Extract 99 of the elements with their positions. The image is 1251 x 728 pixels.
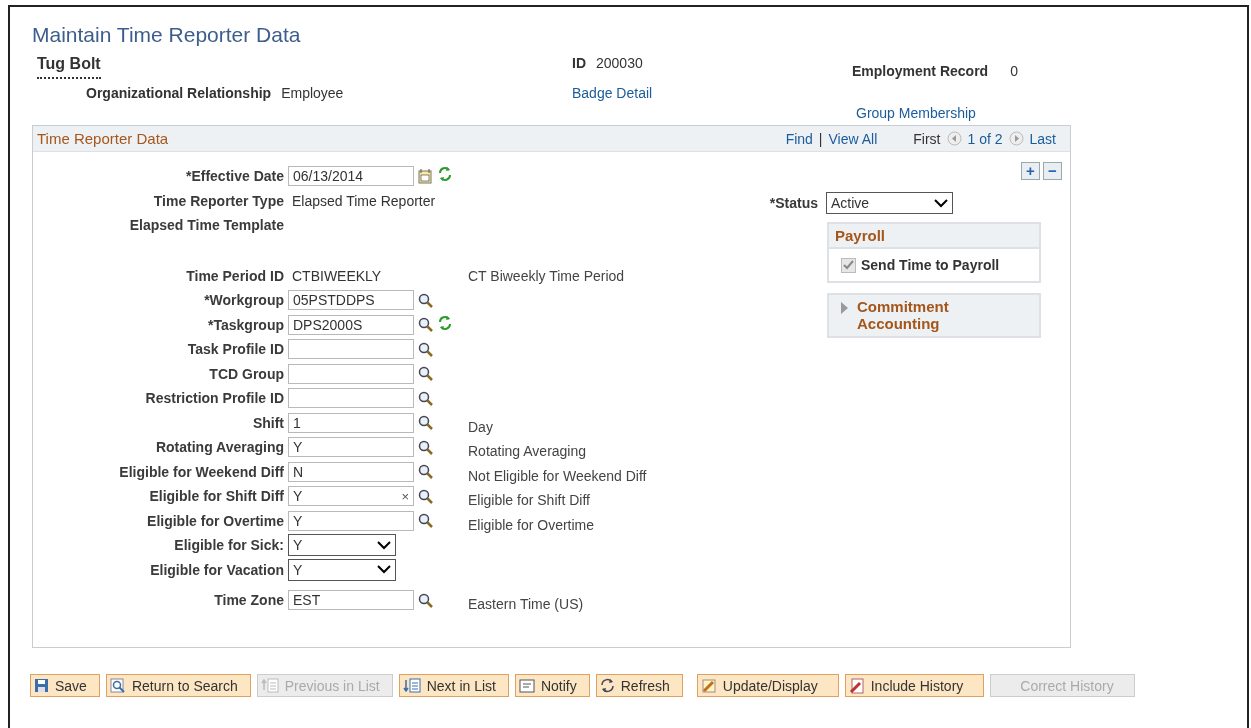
field-label: Eligible for Vacation <box>149 561 285 578</box>
floppy-icon <box>34 678 49 693</box>
field-description: Eligible for Overtime <box>468 515 596 533</box>
dropdown-icon <box>377 565 391 575</box>
input-field[interactable] <box>288 363 414 384</box>
panel-title: Time Reporter Data <box>37 130 170 147</box>
field-description: Eastern Time (US) <box>468 595 585 613</box>
input-field[interactable] <box>288 339 414 360</box>
select-field[interactable]: Active <box>826 192 953 214</box>
last-link[interactable]: Last <box>1029 130 1056 147</box>
input-field[interactable]: N <box>288 461 414 482</box>
toolbar-button[interactable]: Return to Search <box>105 674 251 697</box>
search-icon[interactable] <box>418 366 433 382</box>
toolbar-button[interactable]: Save <box>30 674 100 697</box>
org-label: Organizational Relationship <box>86 85 272 101</box>
toolbar-button[interactable]: Notify <box>514 674 590 697</box>
id-label: ID <box>572 55 586 71</box>
search-icon <box>109 678 126 693</box>
refresh-icon[interactable] <box>438 314 452 331</box>
refresh-icon <box>599 678 615 693</box>
field-description: Eligible for Shift Diff <box>468 491 591 509</box>
field-value: Elapsed Time Reporter <box>291 192 436 209</box>
document-icon <box>848 677 865 694</box>
delete-row-button[interactable]: − <box>1043 162 1062 180</box>
search-icon[interactable] <box>418 488 433 504</box>
search-icon[interactable] <box>418 317 433 333</box>
collapsible-section[interactable]: Commitment Accounting <box>827 293 1041 338</box>
search-icon[interactable] <box>418 390 433 406</box>
toolbar-button[interactable]: Include History <box>844 674 985 697</box>
first-label: First <box>913 130 941 147</box>
input-field[interactable]: DPS2000S <box>288 314 414 335</box>
field-label: Eligible for Sick: <box>173 537 285 554</box>
field-label: Eligible for Weekend Diff <box>118 463 285 480</box>
field-label: Task Profile ID <box>186 341 285 358</box>
separator: | <box>818 130 823 147</box>
search-icon[interactable] <box>418 341 433 357</box>
field-description: Rotating Averaging <box>468 442 588 460</box>
search-icon[interactable] <box>418 513 433 529</box>
field-label: Restriction Profile ID <box>144 390 285 407</box>
id-value: 200030 <box>596 55 643 71</box>
record-value: 0 <box>1010 63 1018 79</box>
select-field[interactable]: Y <box>288 534 396 557</box>
field-label: TCD Group <box>208 365 285 382</box>
input-field[interactable]: 1 <box>288 412 414 433</box>
list-up-icon <box>260 678 279 693</box>
field-label: Eligible for Shift Diff <box>148 488 285 505</box>
field-label: Time Zone <box>213 592 285 609</box>
field-value: CTBIWEEKLY <box>291 267 382 284</box>
checkbox-label: Send Time to Payroll <box>861 257 1000 273</box>
page-title: Maintain Time Reporter Data <box>32 23 302 47</box>
input-field[interactable]: Y <box>288 437 414 458</box>
list-down-icon <box>402 678 421 693</box>
field-label: Rotating Averaging <box>154 439 285 456</box>
field-label: Elapsed Time Template <box>128 217 285 234</box>
date-field[interactable]: 06/13/2014 <box>288 166 414 187</box>
employee-name[interactable]: Tug Bolt <box>37 55 101 79</box>
search-icon[interactable] <box>418 464 433 480</box>
dropdown-icon <box>934 198 948 208</box>
clear-icon[interactable]: × <box>401 488 409 504</box>
field-label: *Taskgroup <box>207 316 285 333</box>
page-count: 1 of 2 <box>967 130 1003 147</box>
field-description: Day <box>468 417 494 435</box>
find-link[interactable]: Find <box>785 130 813 147</box>
pencil-icon <box>700 677 717 694</box>
input-field[interactable]: EST <box>288 590 414 611</box>
toolbar-button[interactable]: Refresh <box>595 674 683 697</box>
record-label: Employment Record <box>852 63 989 79</box>
message-icon <box>518 678 535 693</box>
view-all-link[interactable]: View All <box>828 130 878 147</box>
input-field[interactable] <box>288 388 414 409</box>
group-membership-link[interactable]: Group Membership <box>856 105 1092 121</box>
field-description: Not Eligible for Weekend Diff <box>468 466 647 484</box>
add-row-button[interactable]: + <box>1021 162 1040 180</box>
expand-icon <box>839 302 849 314</box>
search-icon[interactable] <box>418 592 433 608</box>
select-field[interactable]: Y <box>288 558 396 581</box>
field-label: *Workgroup <box>203 292 285 309</box>
field-label: Time Reporter Type <box>152 192 285 209</box>
calendar-icon[interactable] <box>418 168 432 184</box>
input-field[interactable]: 05PSTDDPS <box>288 290 414 311</box>
input-field[interactable]: Y <box>288 510 414 531</box>
field-label: Eligible for Overtime <box>146 512 285 529</box>
field-description: CT Biweekly Time Period <box>468 267 626 284</box>
field-label: Time Period ID <box>185 267 285 284</box>
search-icon[interactable] <box>418 439 433 455</box>
field-label: Shift <box>251 414 285 431</box>
toolbar-button[interactable]: Update/Display <box>696 674 839 697</box>
toolbar-button[interactable]: Next in List <box>398 674 509 697</box>
org-value: Employee <box>281 85 344 101</box>
dropdown-icon <box>377 540 391 550</box>
input-field[interactable]: Y × <box>288 486 414 507</box>
badge-detail-link[interactable]: Badge Detail <box>572 85 852 101</box>
search-icon[interactable] <box>418 292 433 308</box>
section-title: Commitment Accounting <box>857 298 950 332</box>
field-label: *Effective Date <box>184 168 285 185</box>
refresh-icon[interactable] <box>438 166 452 182</box>
box-title: Payroll <box>829 224 1039 249</box>
search-icon[interactable] <box>418 415 433 431</box>
field-label: *Status <box>769 195 819 211</box>
